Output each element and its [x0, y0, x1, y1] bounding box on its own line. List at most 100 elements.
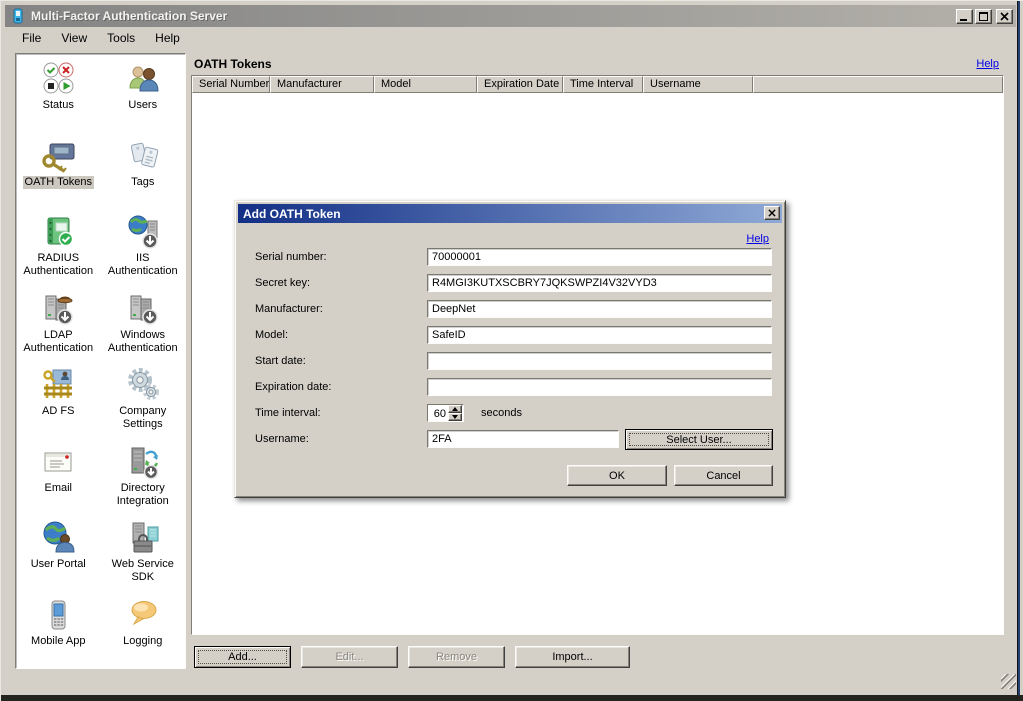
sidebar-item-label: IIS Authentication — [102, 252, 184, 278]
maximize-icon — [979, 12, 988, 21]
column-header-serial-number[interactable]: Serial Number — [192, 76, 270, 93]
ldap-authentication-icon — [40, 291, 76, 327]
username-label: Username: — [255, 433, 309, 445]
minimize-icon — [960, 12, 969, 21]
manufacturer-label: Manufacturer: — [255, 303, 323, 315]
remove-button: Remove — [408, 646, 505, 668]
minimize-button[interactable] — [956, 9, 973, 24]
manufacturer-field[interactable] — [427, 300, 772, 318]
sidebar-item-label: Company Settings — [102, 405, 184, 431]
up-arrow-icon — [452, 407, 458, 411]
sidebar-item-label: Windows Authentication — [102, 329, 184, 355]
sidebar-item-status[interactable]: Status — [16, 57, 101, 134]
sidebar-item-user-portal[interactable]: User Portal — [16, 516, 101, 593]
expiration-date-field[interactable] — [427, 378, 772, 396]
secret-key-label: Secret key: — [255, 277, 310, 289]
mobile-app-icon — [40, 597, 76, 633]
sidebar-item-label: Status — [41, 99, 76, 112]
ok-button[interactable]: OK — [567, 465, 667, 486]
secret-key-field[interactable] — [427, 274, 772, 292]
column-header-model[interactable]: Model — [374, 76, 477, 93]
sidebar-item-label: LDAP Authentication — [17, 329, 99, 355]
sidebar-item-label: Tags — [129, 176, 156, 189]
model-field[interactable] — [427, 326, 772, 344]
menubar: File View Tools Help — [13, 30, 191, 47]
sidebar-item-web-service-sdk[interactable]: Web Service SDK — [101, 516, 186, 593]
tags-icon — [125, 138, 161, 174]
sidebar-item-directory-integration[interactable]: Directory Integration — [101, 440, 186, 517]
seconds-label: seconds — [481, 407, 522, 419]
sidebar-item-email[interactable]: Email — [16, 440, 101, 517]
sidebar-item-logging[interactable]: Logging — [101, 593, 186, 670]
menu-file[interactable]: File — [13, 30, 52, 47]
dialog-help-link[interactable]: Help — [746, 233, 769, 245]
sidebar-item-ad-fs[interactable]: AD FS — [16, 363, 101, 440]
sidebar-item-label: Web Service SDK — [102, 558, 184, 584]
status-icon — [40, 61, 76, 97]
window-right-edge — [1017, 1, 1020, 701]
spinner-up-button[interactable] — [448, 405, 462, 413]
time-interval-field[interactable] — [428, 405, 448, 421]
sidebar-item-label: RADIUS Authentication — [17, 252, 99, 278]
model-label: Model: — [255, 329, 288, 341]
close-button[interactable] — [996, 9, 1013, 24]
serial-number-label: Serial number: — [255, 251, 327, 263]
start-date-label: Start date: — [255, 355, 306, 367]
sidebar-item-label: AD FS — [40, 405, 76, 418]
logging-icon — [125, 597, 161, 633]
web-service-sdk-icon — [125, 520, 161, 556]
cancel-button[interactable]: Cancel — [674, 465, 773, 486]
close-icon — [768, 209, 776, 217]
select-user-button[interactable]: Select User... — [625, 429, 773, 450]
sidebar-item-company-settings[interactable]: Company Settings — [101, 363, 186, 440]
titlebar[interactable]: Multi-Factor Authentication Server — [5, 5, 1016, 27]
sidebar-item-windows-authentication[interactable]: Windows Authentication — [101, 287, 186, 364]
sidebar-item-tags[interactable]: Tags — [101, 134, 186, 211]
start-date-field[interactable] — [427, 352, 772, 370]
column-header-time-interval[interactable]: Time Interval — [563, 76, 643, 93]
dialog-title: Add OATH Token — [243, 207, 341, 221]
select-user-button-label: Select User... — [666, 434, 731, 446]
sidebar-item-mobile-app[interactable]: Mobile App — [16, 593, 101, 670]
sidebar-item-label: Users — [126, 99, 159, 112]
sidebar-item-users[interactable]: Users — [101, 57, 186, 134]
menu-tools[interactable]: Tools — [98, 30, 146, 47]
sidebar-item-label: Mobile App — [29, 635, 87, 648]
menu-view[interactable]: View — [52, 30, 98, 47]
main-help-link[interactable]: Help — [976, 58, 999, 70]
down-arrow-icon — [452, 415, 458, 419]
sidebar-item-label: Directory Integration — [102, 482, 184, 508]
sidebar-item-iis-authentication[interactable]: IIS Authentication — [101, 210, 186, 287]
expiration-date-label: Expiration date: — [255, 381, 331, 393]
time-interval-label: Time interval: — [255, 407, 321, 419]
username-field[interactable] — [427, 430, 619, 448]
directory-integration-icon — [125, 444, 161, 480]
dialog-titlebar[interactable]: Add OATH Token — [238, 204, 782, 223]
sidebar-item-ldap-authentication[interactable]: LDAP Authentication — [16, 287, 101, 364]
dialog-close-button[interactable] — [764, 206, 780, 220]
add-button[interactable]: Add... — [194, 646, 291, 668]
import-button[interactable]: Import... — [515, 646, 630, 668]
edit-button: Edit... — [301, 646, 398, 668]
sidebar: Status Users OATH Tokens — [15, 53, 186, 669]
spinner-down-button[interactable] — [448, 413, 462, 421]
column-header-expiration-date[interactable]: Expiration Date — [477, 76, 563, 93]
app-window: Multi-Factor Authentication Server File … — [0, 0, 1023, 701]
column-header-manufacturer[interactable]: Manufacturer — [270, 76, 374, 93]
windows-authentication-icon — [125, 291, 161, 327]
company-settings-icon — [125, 367, 161, 403]
maximize-button[interactable] — [975, 9, 992, 24]
sidebar-item-radius-authentication[interactable]: RADIUS Authentication — [16, 210, 101, 287]
column-header-username[interactable]: Username — [643, 76, 753, 93]
resize-grip[interactable] — [1001, 674, 1016, 689]
users-icon — [125, 61, 161, 97]
table-header-row: Serial Number Manufacturer Model Expirat… — [192, 76, 1003, 93]
sidebar-item-label: Email — [42, 482, 74, 495]
column-header-filler — [753, 76, 1003, 93]
close-icon — [1000, 12, 1009, 21]
sidebar-item-label: OATH Tokens — [23, 176, 94, 189]
serial-number-field[interactable] — [427, 248, 772, 266]
time-interval-spinner — [427, 404, 464, 422]
menu-help[interactable]: Help — [146, 30, 191, 47]
sidebar-item-oath-tokens[interactable]: OATH Tokens — [16, 134, 101, 211]
